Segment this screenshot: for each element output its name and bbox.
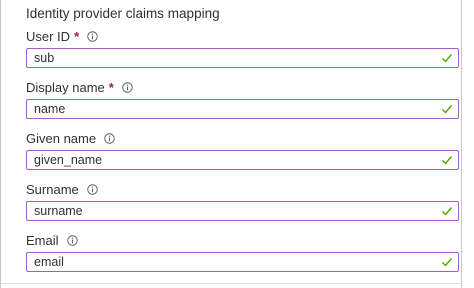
- display-name-input[interactable]: name: [26, 99, 459, 119]
- user-id-value: sub: [34, 51, 55, 65]
- surname-field: Surname surname: [26, 180, 459, 221]
- given-name-label: Given name: [26, 130, 97, 146]
- display-name-field: Display name * name: [26, 78, 459, 119]
- claims-mapping-panel: Identity provider claims mapping User ID…: [0, 0, 463, 288]
- given-name-field: Given name given_name: [26, 129, 459, 170]
- info-icon[interactable]: [104, 132, 115, 144]
- section-title: Identity provider claims mapping: [26, 6, 220, 21]
- user-id-label: User ID: [26, 28, 71, 44]
- surname-label: Surname: [26, 181, 79, 197]
- given-name-value: given_name: [34, 153, 103, 167]
- surname-value: surname: [34, 204, 83, 218]
- info-icon[interactable]: [87, 30, 98, 42]
- divider: [1, 283, 463, 284]
- info-icon[interactable]: [87, 183, 98, 195]
- email-input[interactable]: email: [26, 252, 459, 272]
- required-marker: *: [108, 79, 114, 95]
- display-name-label: Display name: [26, 79, 105, 95]
- checkmark-icon: [442, 258, 453, 267]
- checkmark-icon: [442, 105, 453, 114]
- info-icon[interactable]: [66, 234, 78, 246]
- checkmark-icon: [442, 54, 453, 63]
- required-marker: *: [74, 28, 80, 44]
- info-icon[interactable]: [122, 81, 133, 93]
- email-label: Email: [26, 232, 59, 248]
- email-value: email: [34, 255, 64, 269]
- given-name-input[interactable]: given_name: [26, 150, 459, 170]
- email-field: Email email: [26, 231, 459, 272]
- display-name-value: name: [34, 102, 66, 116]
- user-id-field: User ID * sub: [26, 27, 459, 68]
- checkmark-icon: [442, 207, 453, 216]
- checkmark-icon: [442, 156, 453, 165]
- user-id-input[interactable]: sub: [26, 48, 459, 68]
- surname-input[interactable]: surname: [26, 201, 459, 221]
